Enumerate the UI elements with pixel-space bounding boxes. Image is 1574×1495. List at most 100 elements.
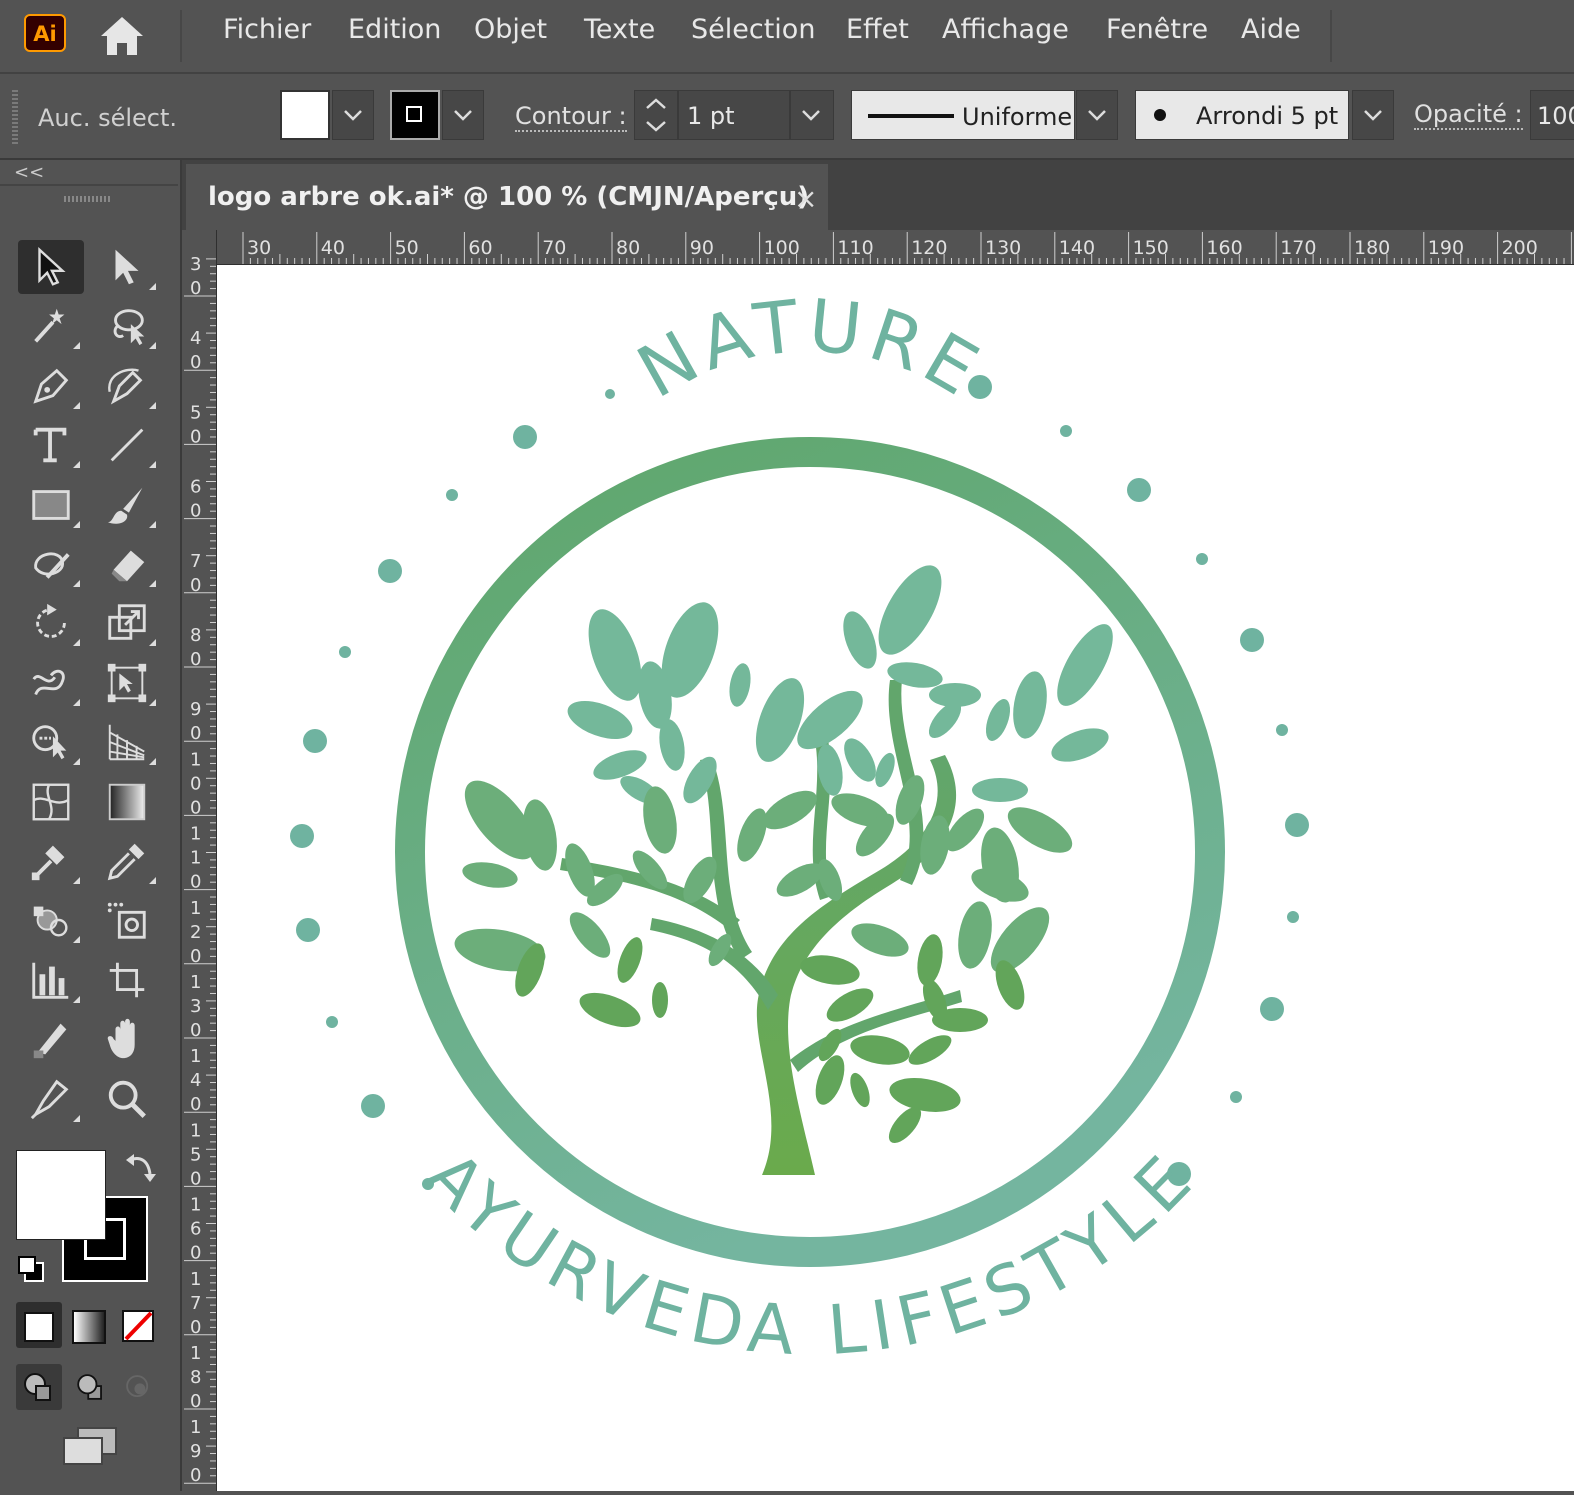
eyedropper-tool[interactable] (94, 834, 160, 888)
decorative-dot (1230, 1091, 1242, 1103)
artboard[interactable]: NATURE AYURVEDA LIFESTYLE (217, 265, 1574, 1491)
rectangle-tool[interactable] (18, 478, 84, 532)
document-tab-bar: logo arbre ok.ai* @ 100 % (CMJN/Aperçu) … (182, 160, 1574, 230)
menu-fichier[interactable]: Fichier (223, 14, 311, 45)
warp-icon (32, 669, 65, 695)
scale-tool[interactable] (94, 596, 160, 650)
fill-dropdown[interactable] (332, 90, 374, 140)
home-icon[interactable] (98, 14, 146, 58)
toolbox-grip[interactable] (64, 196, 112, 202)
tree-leaf (567, 700, 633, 740)
gradient-mode-icon[interactable] (72, 1310, 106, 1344)
color-mode-button[interactable] (16, 1302, 62, 1348)
decorative-dot (1260, 997, 1284, 1021)
close-icon[interactable]: × (794, 182, 817, 215)
perspective-grid-tool[interactable] (94, 715, 160, 769)
ruler-h-label: 150 (1133, 237, 1169, 259)
shaper-tool[interactable] (18, 537, 84, 591)
draw-normal-button[interactable] (16, 1364, 62, 1410)
stroke-weight-stepper[interactable] (634, 90, 678, 140)
stroke-label[interactable]: Contour : (515, 102, 627, 132)
ruler-h-label: 30 (247, 237, 271, 259)
default-colors-icon[interactable] (16, 1254, 46, 1284)
menu-texte[interactable]: Texte (584, 14, 655, 45)
hand-icon (107, 1019, 135, 1059)
line-segment-tool[interactable] (94, 418, 160, 472)
screen-mode-icon[interactable] (60, 1424, 120, 1468)
opacity-input[interactable]: 100 (1530, 90, 1574, 140)
column-graph-tool[interactable] (18, 953, 84, 1007)
menu-effet[interactable]: Effet (846, 14, 909, 45)
menu-objet[interactable]: Objet (474, 14, 547, 45)
document-tab[interactable]: logo arbre ok.ai* @ 100 % (CMJN/Aperçu) … (186, 164, 828, 230)
shape-builder-tool[interactable] (18, 715, 84, 769)
eraser-tool[interactable] (94, 537, 160, 591)
scale-icon (108, 604, 146, 641)
curvature-tool[interactable] (94, 359, 160, 413)
panel-grip[interactable] (12, 90, 18, 146)
profile-dropdown[interactable] (1076, 90, 1118, 140)
variable-width-profile[interactable]: Uniforme (851, 90, 1075, 140)
paintbrush-tool[interactable] (94, 478, 160, 532)
fill-swatch[interactable] (280, 90, 330, 140)
rotate-tool[interactable] (18, 596, 84, 650)
horizontal-ruler[interactable]: 30 40 50 60 70 80 90 100 110 120 130 140 150 160 170 18… (216, 230, 1574, 265)
decorative-dot (513, 425, 537, 449)
puppet-warp-tool[interactable] (18, 1072, 84, 1126)
menu-fenetre[interactable]: Fenêtre (1106, 14, 1208, 45)
tree-leaf (958, 901, 992, 969)
tree-leaf (850, 1035, 910, 1065)
pen-tool[interactable] (18, 359, 84, 413)
menu-aide[interactable]: Aide (1241, 14, 1301, 45)
tree-leaf (755, 678, 805, 762)
lasso-tool[interactable] (94, 299, 160, 353)
vertical-ruler[interactable]: 3 0 4 0 5 0 6 0 7 0 8 0 9 0 1 0 0 1 1 0 1 2 0 1 3 0 1 4 0 1 5 0 1 6 0 1 7 0 1 8… (182, 230, 217, 1491)
zoom-tool[interactable] (94, 1072, 160, 1126)
ruler-h-label: 40 (321, 237, 345, 259)
magic-wand-tool[interactable] (18, 299, 84, 353)
decorative-dot (303, 729, 327, 753)
menu-affichage[interactable]: Affichage (942, 14, 1069, 45)
lasso-icon (113, 309, 145, 346)
live-paint-tool[interactable] (94, 893, 160, 947)
slice-tool[interactable] (18, 1012, 84, 1066)
ruler-v-label: 40 (190, 328, 201, 373)
flyout-indicator (149, 283, 156, 290)
warp-tool[interactable] (18, 656, 84, 710)
stroke-weight-input[interactable]: 1 pt (678, 90, 790, 140)
ruler-h-label: 140 (1059, 237, 1095, 259)
tree-leaf (990, 907, 1050, 973)
selection-status: Auc. sélect. (38, 104, 178, 132)
stroke-swatch-inner (406, 106, 422, 122)
hand-tool[interactable] (94, 1012, 160, 1066)
draw-inside-icon[interactable] (118, 1366, 160, 1408)
direct-selection-tool[interactable] (94, 240, 160, 294)
menu-selection[interactable]: Sélection (691, 14, 815, 45)
stroke-dropdown[interactable] (442, 90, 484, 140)
draw-behind-icon[interactable] (70, 1366, 112, 1408)
brush-definition[interactable]: Arrondi 5 pt (1135, 90, 1349, 140)
symbol-sprayer-tool[interactable] (18, 893, 84, 947)
free-transform-tool[interactable] (94, 656, 160, 710)
ruler-v-label: 100 (190, 749, 201, 818)
artboard-tool[interactable] (94, 953, 160, 1007)
flyout-indicator (149, 580, 156, 587)
collapse-panel-button[interactable]: << (14, 162, 44, 183)
blend-tool[interactable] (18, 834, 84, 888)
menu-edition[interactable]: Edition (348, 14, 441, 45)
gradient-tool[interactable] (94, 775, 160, 829)
tree-leaf (932, 1008, 988, 1032)
swap-colors-icon[interactable] (122, 1150, 158, 1186)
magic-wand-icon (34, 309, 65, 344)
none-mode-icon[interactable] (120, 1308, 156, 1344)
tree-leaf (908, 1035, 952, 1065)
selection-tool[interactable] (18, 240, 84, 294)
fill-color-box[interactable] (16, 1150, 106, 1240)
opacity-label[interactable]: Opacité : (1414, 100, 1523, 130)
stroke-weight-dropdown[interactable] (790, 90, 834, 140)
type-tool[interactable] (18, 418, 84, 472)
stroke-swatch[interactable] (390, 90, 440, 140)
tree-leaf (851, 923, 909, 957)
mesh-tool[interactable] (18, 775, 84, 829)
brush-dropdown[interactable] (1352, 90, 1394, 140)
